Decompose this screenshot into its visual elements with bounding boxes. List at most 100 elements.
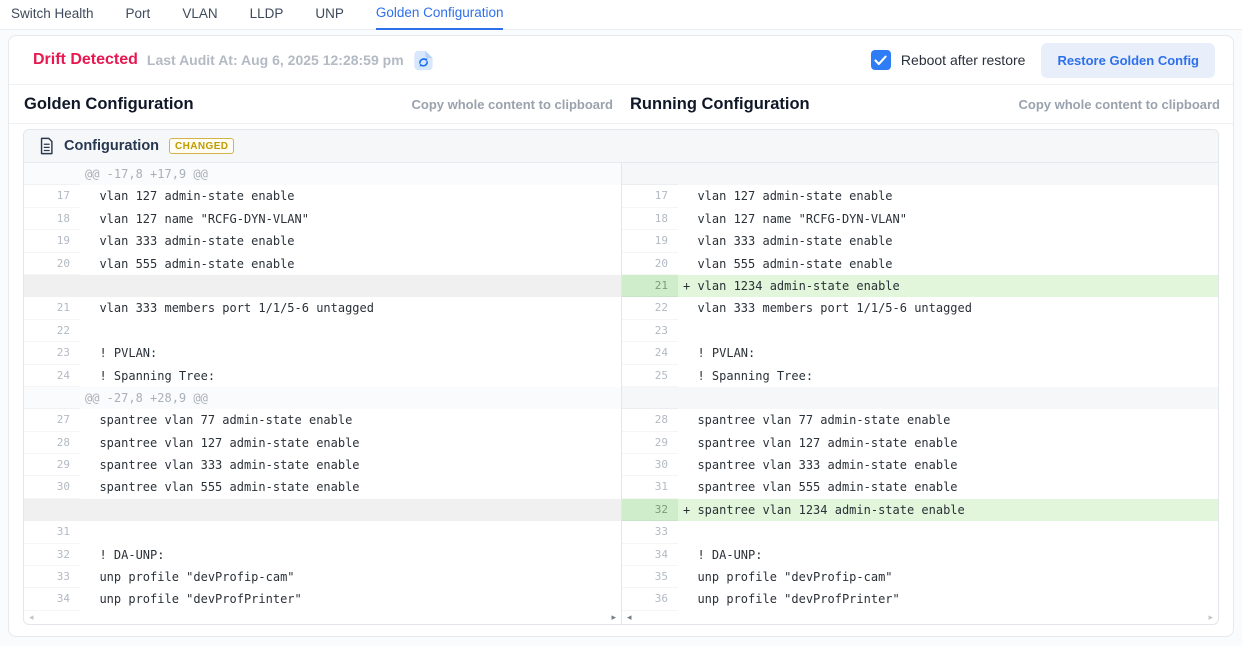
code-line: [80, 320, 621, 342]
code-line: spantree vlan 77 admin-state enable: [678, 409, 1218, 431]
line-number: 32: [622, 499, 678, 521]
golden-config-diff-column: @@ -17,8 +17,9 @@17 vlan 127 admin-state…: [24, 163, 621, 624]
document-icon: [39, 137, 54, 155]
line-number: 28: [622, 409, 678, 431]
diff-row: 18 vlan 127 name "RCFG-DYN-VLAN": [622, 208, 1218, 230]
code-line: @@ -27,8 +28,9 @@: [80, 387, 621, 409]
line-number: 29: [24, 454, 80, 476]
code-line: spantree vlan 77 admin-state enable: [80, 409, 621, 431]
line-number: 23: [622, 320, 678, 342]
code-line: vlan 127 admin-state enable: [678, 185, 1218, 207]
line-number: [622, 163, 678, 185]
line-number: 31: [622, 476, 678, 498]
diff-row: @@ -17,8 +17,9 @@: [24, 163, 621, 185]
drift-header: Drift Detected Last Audit At: Aug 6, 202…: [9, 36, 1233, 85]
code-line: vlan 127 name "RCFG-DYN-VLAN": [678, 208, 1218, 230]
diff-row: [622, 163, 1218, 185]
code-line: vlan 127 name "RCFG-DYN-VLAN": [80, 208, 621, 230]
diff-row: 21+ vlan 1234 admin-state enable: [622, 275, 1218, 297]
diff-row: 19 vlan 333 admin-state enable: [622, 230, 1218, 252]
diff-body: @@ -17,8 +17,9 @@17 vlan 127 admin-state…: [24, 163, 1218, 624]
code-line: unp profile "devProfip-cam": [678, 566, 1218, 588]
tab-switch-health[interactable]: Switch Health: [11, 6, 94, 29]
diff-row: [24, 499, 621, 521]
line-number: 18: [622, 208, 678, 230]
diff-row: 17 vlan 127 admin-state enable: [622, 185, 1218, 207]
line-number: 27: [24, 409, 80, 431]
code-line: spantree vlan 127 admin-state enable: [678, 432, 1218, 454]
code-line: [678, 320, 1218, 342]
reboot-after-restore-label: Reboot after restore: [901, 52, 1026, 68]
code-line: ! Spanning Tree:: [678, 365, 1218, 387]
scroll-left-arrow-icon[interactable]: ◂: [29, 613, 34, 622]
line-number: 28: [24, 432, 80, 454]
tab-golden-configuration[interactable]: Golden Configuration: [376, 5, 504, 30]
diff-row: 34 unp profile "devProfPrinter": [24, 588, 621, 610]
tab-lldp[interactable]: LLDP: [250, 6, 284, 29]
tab-port[interactable]: Port: [126, 6, 151, 29]
code-line: vlan 333 members port 1/1/5-6 untagged: [678, 297, 1218, 319]
scroll-right-arrow-icon[interactable]: ▸: [1208, 613, 1213, 622]
diff-row: 28 spantree vlan 127 admin-state enable: [24, 432, 621, 454]
restore-golden-config-button[interactable]: Restore Golden Config: [1041, 43, 1215, 78]
code-line: [678, 163, 1218, 185]
line-number: 17: [622, 185, 678, 207]
diff-row: 20 vlan 555 admin-state enable: [622, 253, 1218, 275]
diff-row: 32 ! DA-UNP:: [24, 544, 621, 566]
line-number: 22: [24, 320, 80, 342]
diff-row: 36 unp profile "devProfPrinter": [622, 588, 1218, 610]
line-number: 33: [24, 566, 80, 588]
diff-row: 22 vlan 333 members port 1/1/5-6 untagge…: [622, 297, 1218, 319]
line-number: 18: [24, 208, 80, 230]
running-horizontal-scrollbar[interactable]: ◂ ▸: [622, 611, 1218, 624]
scroll-right-arrow-icon[interactable]: ▸: [611, 613, 616, 622]
diff-file-header: Configuration CHANGED: [24, 130, 1218, 163]
code-line: + vlan 1234 admin-state enable: [678, 275, 1218, 297]
diff-row: 31: [24, 521, 621, 543]
code-line: spantree vlan 555 admin-state enable: [80, 476, 621, 498]
copy-running-config-link[interactable]: Copy whole content to clipboard: [1019, 97, 1221, 112]
code-line: spantree vlan 555 admin-state enable: [678, 476, 1218, 498]
diff-row: 20 vlan 555 admin-state enable: [24, 253, 621, 275]
diff-row: [622, 387, 1218, 409]
code-line: @@ -17,8 +17,9 @@: [80, 163, 621, 185]
running-configuration-title: Running Configuration: [630, 95, 810, 114]
code-line: vlan 333 members port 1/1/5-6 untagged: [80, 297, 621, 319]
golden-horizontal-scrollbar[interactable]: ◂ ▸: [24, 611, 621, 624]
line-number: 34: [24, 588, 80, 610]
code-line: vlan 555 admin-state enable: [678, 253, 1218, 275]
column-titles-row: Golden Configuration Copy whole content …: [9, 85, 1233, 124]
line-number: 34: [622, 544, 678, 566]
code-line: ! Spanning Tree:: [80, 365, 621, 387]
code-line: [80, 499, 621, 521]
copy-golden-config-link[interactable]: Copy whole content to clipboard: [412, 97, 614, 112]
code-line: unp profile "devProfip-cam": [80, 566, 621, 588]
diff-row: 34 ! DA-UNP:: [622, 544, 1218, 566]
diff-row: 17 vlan 127 admin-state enable: [24, 185, 621, 207]
diff-row: 27 spantree vlan 77 admin-state enable: [24, 409, 621, 431]
diff-row: 29 spantree vlan 127 admin-state enable: [622, 432, 1218, 454]
tab-unp[interactable]: UNP: [315, 6, 344, 29]
line-number: 30: [622, 454, 678, 476]
code-line: spantree vlan 333 admin-state enable: [80, 454, 621, 476]
checkmark-icon: [874, 55, 887, 66]
diff-file-title: Configuration: [64, 138, 159, 154]
diff-row: 33 unp profile "devProfip-cam": [24, 566, 621, 588]
code-line: spantree vlan 333 admin-state enable: [678, 454, 1218, 476]
line-number: 31: [24, 521, 80, 543]
audit-refresh-icon[interactable]: [412, 49, 435, 72]
line-number: [24, 499, 80, 521]
code-line: vlan 333 admin-state enable: [678, 230, 1218, 252]
line-number: 35: [622, 566, 678, 588]
line-number: 20: [24, 253, 80, 275]
line-number: 23: [24, 342, 80, 364]
diff-row: 25 ! Spanning Tree:: [622, 365, 1218, 387]
diff-row: 19 vlan 333 admin-state enable: [24, 230, 621, 252]
tab-vlan[interactable]: VLAN: [182, 6, 217, 29]
line-number: 24: [622, 342, 678, 364]
scroll-left-arrow-icon[interactable]: ◂: [627, 613, 632, 622]
line-number: 25: [622, 365, 678, 387]
line-number: 19: [24, 230, 80, 252]
reboot-after-restore-checkbox[interactable]: [871, 50, 891, 70]
line-number: 32: [24, 544, 80, 566]
